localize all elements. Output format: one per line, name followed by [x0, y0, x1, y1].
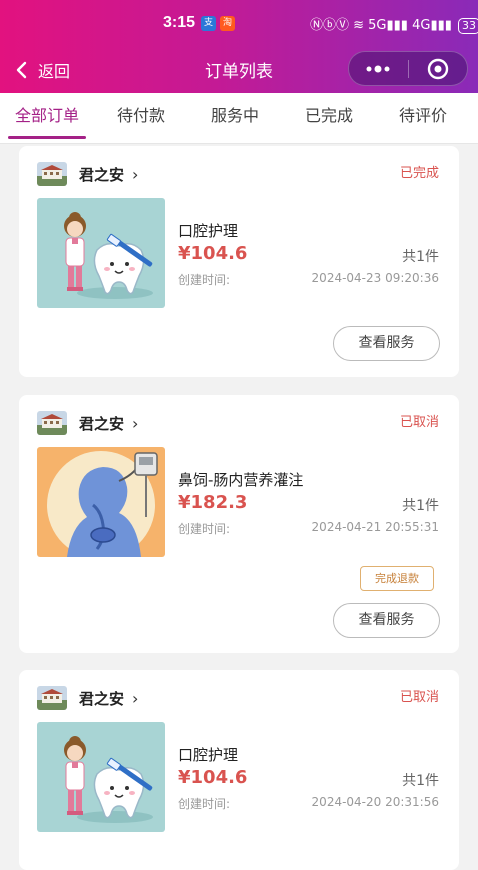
status-time: 3:15 [163, 14, 196, 31]
created-time-label: 创建时间: [178, 273, 231, 287]
service-thumbnail[interactable] [37, 447, 165, 557]
order-card[interactable]: 君之安 › 已取消 口腔护理 ¥104.6 共1件 创建时间: 2024-04-… [19, 670, 459, 870]
service-thumbnail[interactable] [37, 198, 165, 308]
shop-name: 君之安 [79, 689, 125, 708]
back-label: 返回 [38, 62, 71, 81]
chevron-left-icon [16, 61, 27, 79]
created-time: 2024-04-20 20:31:56 [311, 795, 439, 809]
item-count: 共1件 [402, 249, 439, 265]
shop-link[interactable]: 君之安 › [37, 686, 138, 710]
service-price: ¥182.3 [178, 492, 248, 513]
created-time-label: 创建时间: [178, 522, 231, 536]
shop-avatar [37, 162, 67, 186]
chevron-right-icon: › [132, 164, 139, 184]
shop-name: 君之安 [79, 165, 125, 184]
service-thumbnail[interactable] [37, 722, 165, 832]
signal-wifi-icons: ⓃⓑⓋ ≋ 5G▮▮▮ 4G▮▮▮ 33 ⚡ [310, 14, 478, 34]
shop-link[interactable]: 君之安 › [37, 411, 138, 435]
tab-completed[interactable]: 已完成 [282, 93, 376, 143]
app-notification-icon: 支 [201, 16, 216, 31]
order-card[interactable]: 君之安 › 已取消 鼻饲-肠内营养灌注 ¥182.3 共1件 创建时间: 202… [19, 395, 459, 653]
order-status: 已取消 [399, 415, 439, 430]
shop-avatar [37, 686, 67, 710]
service-name: 口腔护理 [178, 222, 239, 240]
service-price: ¥104.6 [178, 767, 248, 788]
chevron-right-icon: › [132, 688, 139, 708]
battery-icon: 33 [458, 18, 478, 34]
tab-all-orders[interactable]: 全部订单 [0, 93, 94, 143]
more-dots-icon [366, 65, 390, 72]
shop-avatar [37, 411, 67, 435]
order-status: 已完成 [399, 166, 439, 181]
created-time: 2024-04-21 20:55:31 [311, 520, 439, 534]
item-count: 共1件 [402, 773, 439, 789]
more-button[interactable] [349, 52, 408, 85]
close-miniprogram-button[interactable] [409, 52, 468, 85]
created-time: 2024-04-23 09:20:36 [311, 271, 439, 285]
order-card[interactable]: 君之安 › 已完成 口腔护理 ¥104.6 共1件 创建时间: 2024-04-… [19, 146, 459, 377]
tab-in-service[interactable]: 服务中 [188, 93, 282, 143]
view-service-button[interactable]: 查看服务 [333, 603, 440, 638]
service-name: 鼻饲-肠内营养灌注 [178, 471, 304, 489]
refund-complete-button[interactable]: 完成退款 [360, 566, 434, 591]
item-count: 共1件 [402, 498, 439, 514]
status-bar: 3:15 支 淘 ⓃⓑⓋ ≋ 5G▮▮▮ 4G▮▮▮ 33 ⚡ [0, 10, 478, 38]
order-status: 已取消 [399, 690, 439, 705]
mini-program-capsule [348, 51, 468, 86]
chevron-right-icon: › [132, 413, 139, 433]
view-service-button[interactable]: 查看服务 [333, 326, 440, 361]
shop-link[interactable]: 君之安 › [37, 162, 138, 186]
battery-level: 33 [462, 19, 477, 32]
order-tabs: 全部订单 待付款 服务中 已完成 待评价 [0, 93, 478, 144]
signal-icons-text: ⓃⓑⓋ ≋ 5G▮▮▮ 4G▮▮▮ [310, 18, 452, 33]
shop-name: 君之安 [79, 414, 125, 433]
tab-to-review[interactable]: 待评价 [376, 93, 470, 143]
service-name: 口腔护理 [178, 746, 239, 764]
back-button[interactable]: 返回 [14, 58, 70, 82]
created-time-label: 创建时间: [178, 797, 231, 811]
shopping-notification-icon: 淘 [220, 16, 235, 31]
tab-pending-payment[interactable]: 待付款 [94, 93, 188, 143]
target-close-icon [427, 58, 448, 79]
app-header: 3:15 支 淘 ⓃⓑⓋ ≋ 5G▮▮▮ 4G▮▮▮ 33 ⚡ 返回 订单列表 [0, 0, 478, 93]
service-price: ¥104.6 [178, 243, 248, 264]
